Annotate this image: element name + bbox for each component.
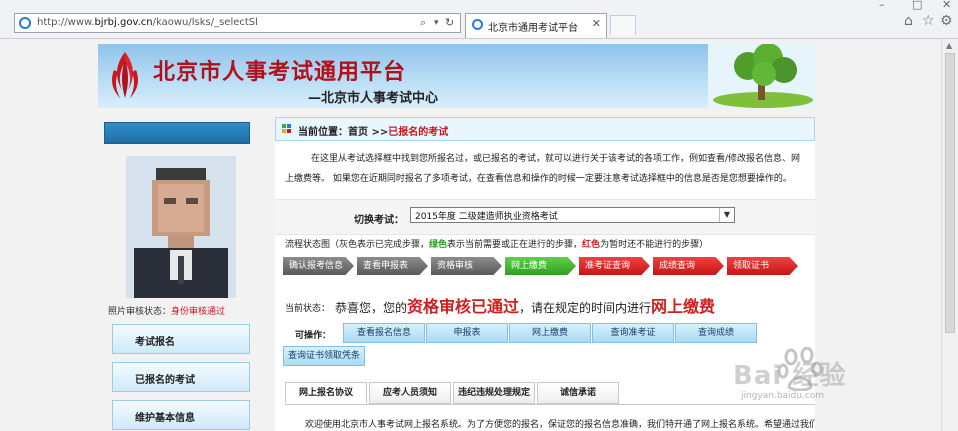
step-collect-certificate: 领取证书 [727, 257, 798, 275]
exam-select[interactable]: 2015年度 二级建造师执业资格考试 ▼ [410, 207, 735, 223]
admission-ticket-button[interactable]: 查询准考证 [592, 323, 674, 343]
flame-logo-icon [112, 52, 138, 98]
tab-integrity-pledge[interactable]: 诚信承诺 [537, 382, 619, 404]
browser-chrome: http://www.bjrbj.gov.cn/kaowu/lsks/_sele… [0, 0, 958, 39]
step-view-form: 查看申报表 [357, 257, 428, 275]
watermark-url: jingyan.baidu.com [741, 391, 825, 401]
step-qualification-review: 资格审核 [431, 257, 502, 275]
address-bar[interactable]: http://www.bjrbj.gov.cn/kaowu/lsks/_sele… [14, 13, 461, 33]
watermark-brand: Bai 经验 [733, 361, 847, 391]
intro-text: 在这里从考试选择框中找到您所报名过，或已报名的考试，就可以进行关于该考试的各项工… [285, 154, 801, 184]
applicant-photo [126, 156, 236, 298]
close-tab-icon[interactable]: ✕ [592, 17, 601, 30]
online-payment-button[interactable]: 网上缴费 [509, 323, 591, 343]
status-message: 恭喜您，您的资格审核已通过，请在规定的时间内进行网上缴费 [335, 297, 716, 316]
maximize-icon[interactable]: □ [912, 0, 922, 11]
step-score-query: 成绩查询 [653, 257, 724, 275]
scrollbar-thumb[interactable] [945, 53, 955, 333]
flow-steps: 确认报考信息 查看申报表 资格审核 网上缴费 准考证查询 成绩查询 领取证书 [283, 257, 815, 275]
certificate-receipt-button[interactable]: 查询证书领取凭条 [283, 346, 365, 366]
user-name-bar [104, 122, 250, 144]
flow-legend: 流程状态图（灰色表示已完成步骤，绿色表示当前需要或正在进行的步骤，红色为暂时还不… [285, 240, 709, 250]
minimize-icon[interactable]: – [879, 0, 885, 11]
sidebar-item-registered-exams[interactable]: 已报名的考试 [112, 362, 250, 392]
breadcrumb: 当前位置：首页 >>已报名的考试 [275, 117, 815, 141]
exam-switch-label: 切换考试： [354, 215, 404, 226]
application-form-button[interactable]: 申报表 [426, 323, 508, 343]
tree-illustration-icon [708, 44, 815, 108]
photo-review-status: 照片审核状态：身份审核通过 [108, 307, 226, 317]
site-banner: 北京市人事考试通用平台 —北京市人事考试中心 [98, 44, 815, 108]
site-title: 北京市人事考试通用平台 [153, 60, 407, 85]
exam-switch-row: 切换考试： 2015年度 二级建造师执业资格考试 ▼ [275, 199, 815, 235]
breadcrumb-current: 已报名的考试 [388, 127, 449, 138]
sidebar-item-exam-registration[interactable]: 考试报名 [112, 324, 250, 354]
step-confirm-info: 确认报考信息 [283, 257, 354, 275]
step-admission-ticket: 准考证查询 [579, 257, 650, 275]
tab-registration-agreement[interactable]: 网上报名协议 [285, 382, 367, 404]
score-query-button[interactable]: 查询成绩 [675, 323, 757, 343]
browser-tab[interactable]: 北京市通用考试平台 ✕ [465, 13, 607, 38]
home-icon[interactable]: ⌂ [904, 13, 913, 29]
scroll-up-icon[interactable]: ▲ [946, 41, 952, 50]
chevron-down-icon[interactable]: ▼ [719, 208, 734, 222]
welcome-text: 欢迎使用北京市人事考试网上报名系统。为了方便您的报名，保证您的报名信息准确，我们… [305, 420, 815, 430]
grid-icon [282, 124, 292, 134]
settings-gear-icon[interactable]: ⚙ [940, 13, 953, 29]
new-tab-button[interactable] [610, 15, 636, 35]
tab-favicon-icon [472, 19, 483, 30]
tab-title: 北京市通用考试平台 [488, 23, 578, 34]
refresh-icon[interactable]: ↻ [445, 16, 454, 29]
step-online-payment: 网上缴费 [505, 257, 576, 275]
ie-logo-icon [19, 17, 31, 29]
address-url: http://www.bjrbj.gov.cn/kaowu/lsks/_sele… [37, 17, 258, 28]
view-registration-button[interactable]: 查看报名信息 [343, 323, 425, 343]
favorites-star-icon[interactable]: ☆ [922, 13, 935, 29]
dropdown-arrow-icon[interactable]: ▾ [434, 18, 439, 28]
tab-candidate-notice[interactable]: 应考人员须知 [369, 382, 451, 404]
vertical-scrollbar[interactable]: ▲ [941, 39, 958, 431]
site-subtitle: —北京市人事考试中心 [308, 91, 439, 106]
operations-label: 可操作： [295, 331, 332, 341]
breadcrumb-prefix[interactable]: 当前位置：首页 >> [298, 127, 388, 138]
search-icon[interactable]: ⌕ [420, 16, 426, 30]
baidu-watermark: Bai 经验 jingyan.baidu.com [733, 347, 929, 402]
status-label: 当前状态： [285, 304, 331, 314]
tab-violation-rules[interactable]: 违纪违规处理规定 [453, 382, 535, 404]
sidebar-item-maintain-info[interactable]: 维护基本信息 [112, 400, 250, 430]
window-close-icon[interactable]: ✕ [942, 0, 951, 11]
